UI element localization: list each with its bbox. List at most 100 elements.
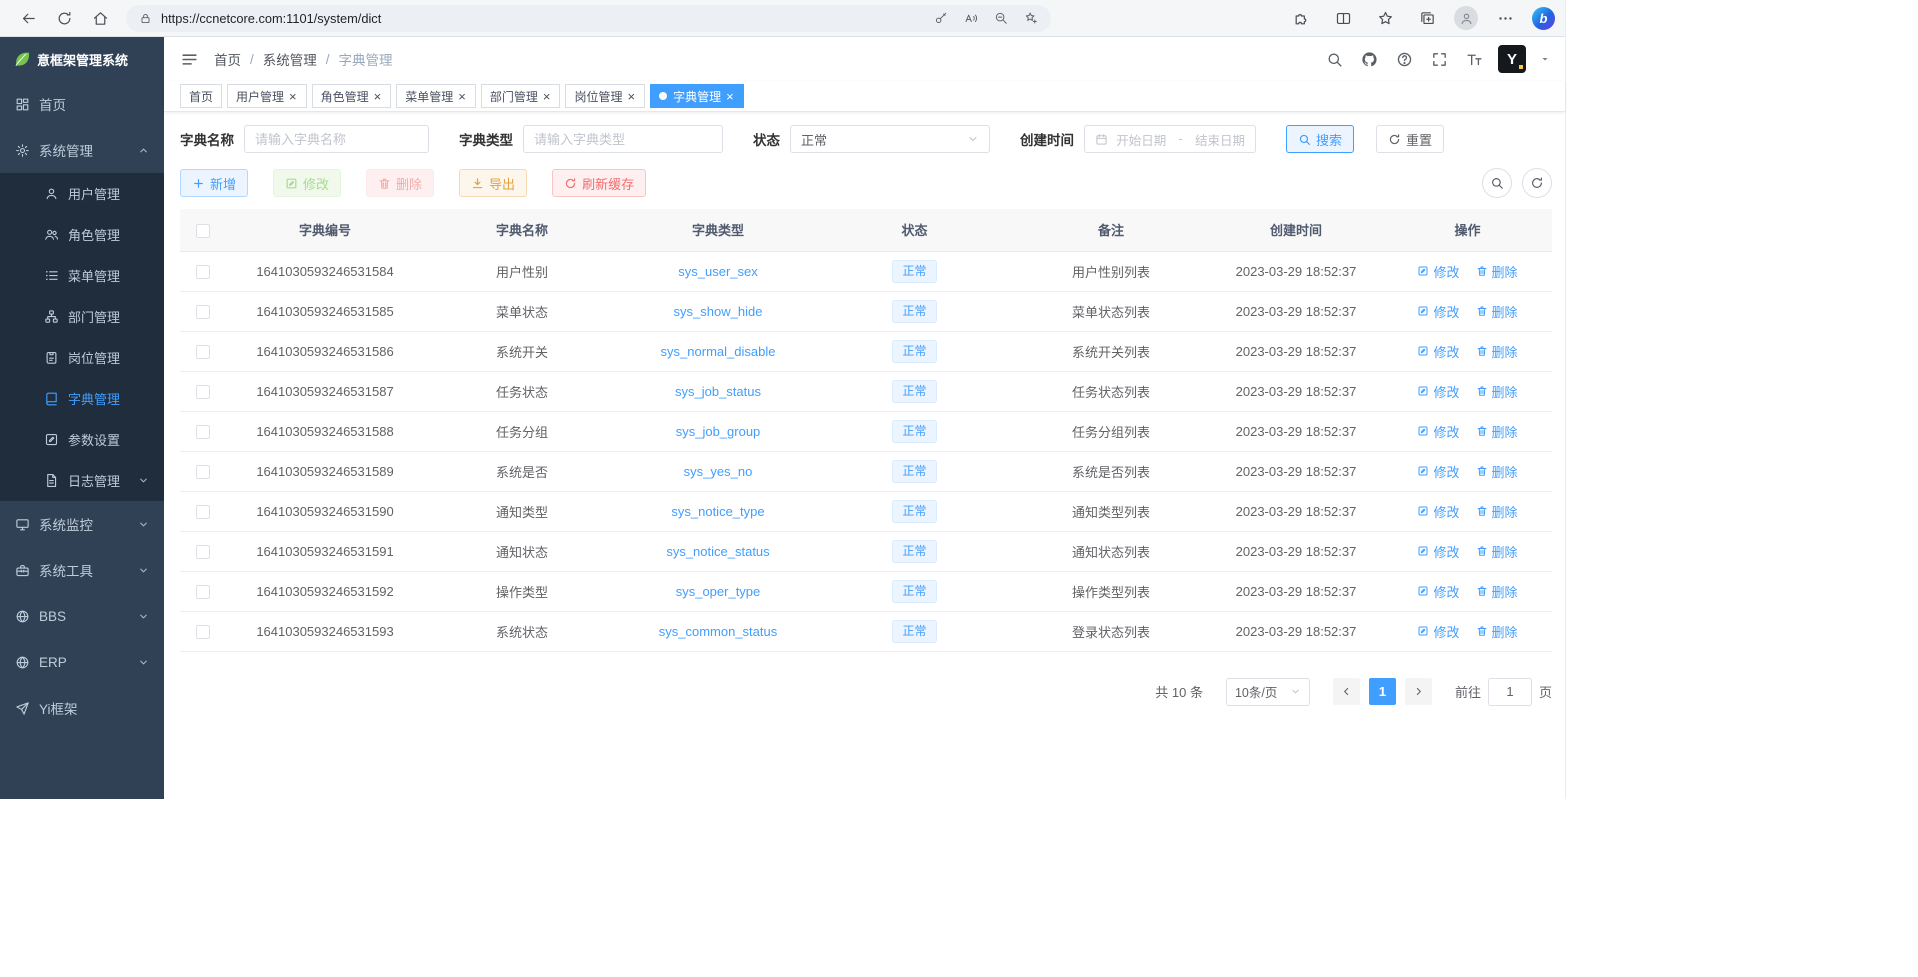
- row-checkbox[interactable]: [196, 505, 210, 519]
- address-bar[interactable]: https://ccnetcore.com:1101/system/dict: [126, 5, 1051, 32]
- sidebar-item-tools[interactable]: 系统工具: [0, 547, 164, 593]
- date-range-picker[interactable]: 开始日期 - 结束日期: [1084, 125, 1256, 153]
- row-delete-button[interactable]: 删除: [1476, 462, 1518, 481]
- goto-page-input[interactable]: [1488, 678, 1532, 706]
- next-page-button[interactable]: [1405, 678, 1432, 705]
- reset-button[interactable]: 重置: [1376, 125, 1444, 153]
- fullscreen-button[interactable]: [1428, 48, 1450, 70]
- tab-4[interactable]: 部门管理×: [481, 84, 561, 108]
- page-1-button[interactable]: 1: [1369, 678, 1396, 705]
- row-checkbox[interactable]: [196, 545, 210, 559]
- row-checkbox[interactable]: [196, 345, 210, 359]
- read-aloud-icon[interactable]: [964, 11, 978, 25]
- export-button[interactable]: 导出: [459, 169, 527, 197]
- row-delete-button[interactable]: 删除: [1476, 542, 1518, 561]
- sidebar-item-config[interactable]: 参数设置: [0, 419, 164, 460]
- copilot-button[interactable]: b: [1532, 7, 1555, 30]
- github-link-button[interactable]: [1358, 48, 1380, 70]
- favorites-button[interactable]: [1370, 3, 1400, 33]
- tab-close-icon[interactable]: ×: [542, 90, 552, 103]
- row-checkbox[interactable]: [196, 265, 210, 279]
- user-menu-caret-icon[interactable]: [1539, 53, 1551, 65]
- search-button[interactable]: 搜索: [1286, 125, 1354, 153]
- sidebar-item-post[interactable]: 岗位管理: [0, 337, 164, 378]
- select-all-checkbox[interactable]: [196, 224, 210, 238]
- help-button[interactable]: [1393, 48, 1415, 70]
- sidebar-item-bbs[interactable]: BBS: [0, 593, 164, 639]
- row-edit-button[interactable]: 修改: [1417, 502, 1459, 521]
- dict-type-input[interactable]: [534, 132, 712, 147]
- browser-back-button[interactable]: [10, 3, 46, 33]
- row-checkbox[interactable]: [196, 585, 210, 599]
- row-edit-button[interactable]: 修改: [1417, 462, 1459, 481]
- row-delete-button[interactable]: 删除: [1476, 502, 1518, 521]
- password-key-icon[interactable]: [934, 11, 948, 25]
- extensions-button[interactable]: [1286, 3, 1316, 33]
- tab-close-icon[interactable]: ×: [626, 90, 636, 103]
- collections-button[interactable]: [1412, 3, 1442, 33]
- tab-close-icon[interactable]: ×: [288, 90, 298, 103]
- browser-menu-button[interactable]: [1490, 3, 1520, 33]
- row-checkbox[interactable]: [196, 465, 210, 479]
- row-edit-button[interactable]: 修改: [1417, 382, 1459, 401]
- tab-5[interactable]: 岗位管理×: [565, 84, 645, 108]
- row-checkbox[interactable]: [196, 385, 210, 399]
- sidebar-item-dict[interactable]: 字典管理: [0, 378, 164, 419]
- sidebar-item-menu[interactable]: 菜单管理: [0, 255, 164, 296]
- dict-type-link[interactable]: sys_job_status: [675, 384, 761, 399]
- sidebar-item-log[interactable]: 日志管理: [0, 460, 164, 501]
- row-checkbox[interactable]: [196, 425, 210, 439]
- sidebar-toggle-button[interactable]: [172, 42, 206, 76]
- row-delete-button[interactable]: 删除: [1476, 422, 1518, 441]
- sidebar-item-home[interactable]: 首页: [0, 81, 164, 127]
- tab-close-icon[interactable]: ×: [373, 90, 383, 103]
- breadcrumb-item[interactable]: 系统管理: [263, 49, 317, 69]
- page-size-select[interactable]: 10条/页: [1226, 678, 1310, 706]
- row-edit-button[interactable]: 修改: [1417, 542, 1459, 561]
- user-avatar[interactable]: Y: [1498, 45, 1526, 73]
- dict-type-link[interactable]: sys_notice_status: [666, 544, 769, 559]
- browser-reload-button[interactable]: [46, 3, 82, 33]
- dict-type-link[interactable]: sys_show_hide: [674, 304, 763, 319]
- row-delete-button[interactable]: 删除: [1476, 342, 1518, 361]
- row-delete-button[interactable]: 删除: [1476, 382, 1518, 401]
- sidebar-item-erp[interactable]: ERP: [0, 639, 164, 685]
- sidebar-item-system[interactable]: 系统管理: [0, 127, 164, 173]
- refresh-table-button[interactable]: [1522, 168, 1552, 198]
- breadcrumb-item[interactable]: 首页: [214, 49, 241, 69]
- dict-type-link[interactable]: sys_oper_type: [676, 584, 761, 599]
- app-logo[interactable]: 意框架管理系统: [0, 37, 164, 81]
- dict-type-link[interactable]: sys_common_status: [659, 624, 778, 639]
- row-edit-button[interactable]: 修改: [1417, 582, 1459, 601]
- row-edit-button[interactable]: 修改: [1417, 262, 1459, 281]
- delete-button[interactable]: 删除: [366, 169, 434, 197]
- tab-0[interactable]: 首页: [180, 84, 222, 108]
- toggle-search-button[interactable]: [1482, 168, 1512, 198]
- row-delete-button[interactable]: 删除: [1476, 582, 1518, 601]
- row-edit-button[interactable]: 修改: [1417, 622, 1459, 641]
- browser-profile-avatar[interactable]: [1454, 6, 1478, 30]
- row-edit-button[interactable]: 修改: [1417, 302, 1459, 321]
- add-button[interactable]: 新增: [180, 169, 248, 197]
- split-screen-button[interactable]: [1328, 3, 1358, 33]
- dict-type-link[interactable]: sys_notice_type: [671, 504, 764, 519]
- prev-page-button[interactable]: [1333, 678, 1360, 705]
- status-select[interactable]: 正常: [790, 125, 990, 153]
- sidebar-item-monitor[interactable]: 系统监控: [0, 501, 164, 547]
- dict-type-link[interactable]: sys_user_sex: [678, 264, 757, 279]
- add-favorite-icon[interactable]: [1024, 11, 1038, 25]
- edit-button[interactable]: 修改: [273, 169, 341, 197]
- row-delete-button[interactable]: 删除: [1476, 262, 1518, 281]
- row-edit-button[interactable]: 修改: [1417, 342, 1459, 361]
- row-edit-button[interactable]: 修改: [1417, 422, 1459, 441]
- dict-type-link[interactable]: sys_job_group: [676, 424, 761, 439]
- tab-1[interactable]: 用户管理×: [227, 84, 307, 108]
- sidebar-item-yi[interactable]: Yi框架: [0, 685, 164, 731]
- header-search-button[interactable]: [1323, 48, 1345, 70]
- row-delete-button[interactable]: 删除: [1476, 622, 1518, 641]
- dict-type-link[interactable]: sys_yes_no: [684, 464, 753, 479]
- browser-home-button[interactable]: [82, 3, 118, 33]
- tab-close-icon[interactable]: ×: [725, 90, 735, 103]
- dict-name-input[interactable]: [255, 132, 418, 147]
- row-delete-button[interactable]: 删除: [1476, 302, 1518, 321]
